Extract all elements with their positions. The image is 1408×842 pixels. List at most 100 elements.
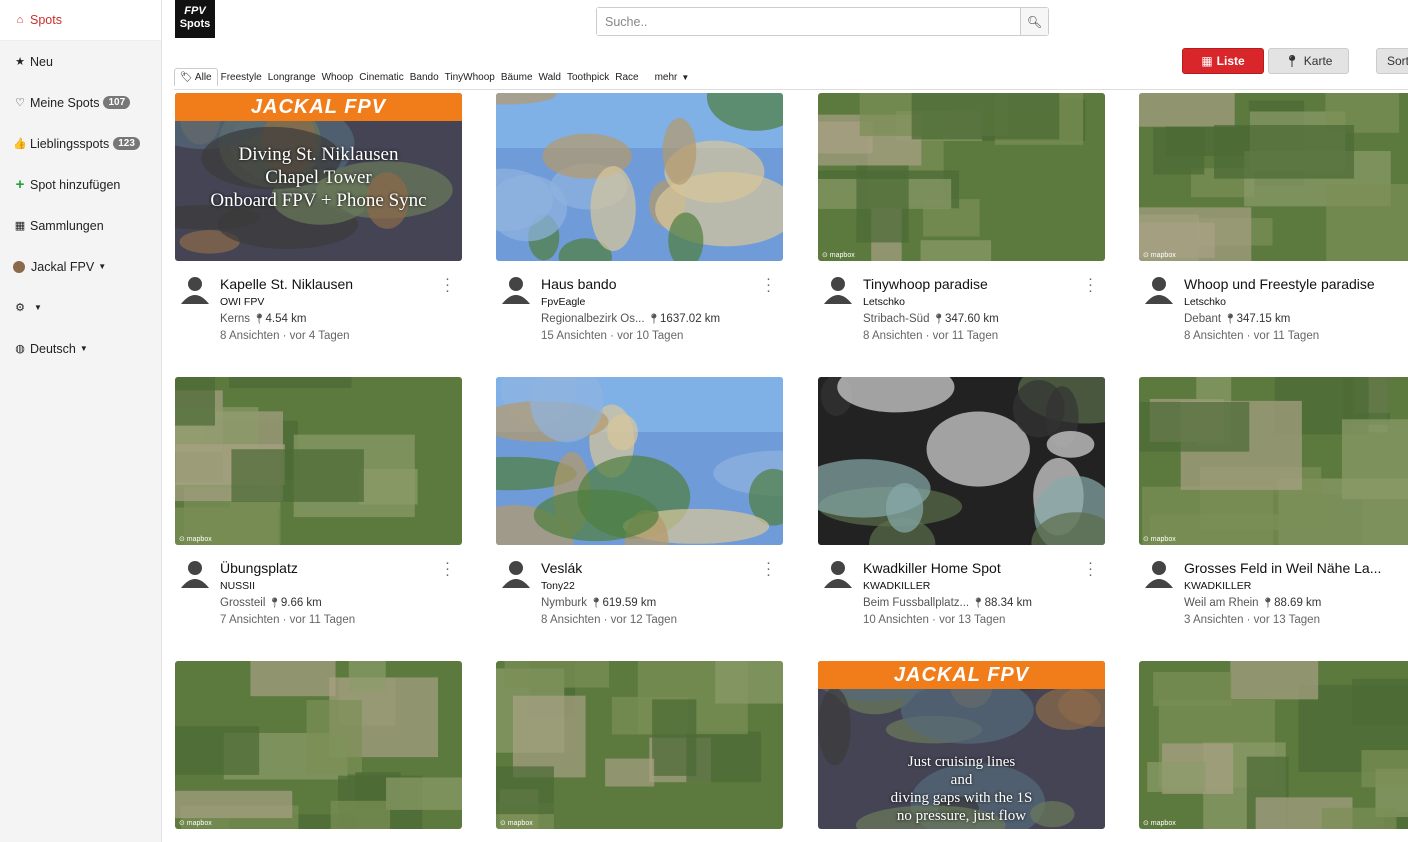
spot-title[interactable]: Veslák: [541, 560, 582, 576]
spot-meta: Übungsplatz NUSSII Grossteil 📍︎9.66 km 7 An…: [175, 545, 462, 635]
spot-thumbnail[interactable]: [818, 377, 1105, 545]
spot-author[interactable]: KWADKILLER: [1184, 580, 1251, 592]
tag-tinywhoop[interactable]: TinyWhoop: [442, 72, 498, 83]
spot-card[interactable]: ⊙ mapbox Grosses Feld in Weil Nähe La... K…: [1139, 377, 1408, 635]
logo[interactable]: FPV Spots: [175, 0, 215, 38]
spot-author[interactable]: OWI FPV: [220, 296, 264, 308]
spot-author[interactable]: Letschko: [863, 296, 905, 308]
spot-distance: 347.15 km: [1236, 313, 1291, 325]
spot-thumbnail[interactable]: ⊙ mapbox: [1139, 93, 1408, 261]
more-options-icon[interactable]: · · ·: [1088, 555, 1093, 582]
spot-card[interactable]: Haus bando FpvEagle Regionalbezirk Os... 📍…: [496, 93, 783, 351]
user-avatar-icon[interactable]: [1144, 558, 1174, 588]
tag-bando[interactable]: Bando: [407, 72, 442, 83]
spot-meta: Grosses Feld in Weil Nähe La... KWADKILLE…: [1139, 545, 1408, 635]
spot-location: Beim Fussballplatz... 📍︎88.34 km: [863, 597, 1032, 609]
sidebar-item-lieblingsspots[interactable]: 👍 Lieblingsspots 123: [0, 123, 161, 164]
spot-thumbnail[interactable]: ⊙ mapbox: [175, 377, 462, 545]
more-options-icon[interactable]: · · ·: [445, 555, 450, 582]
spot-thumbnail[interactable]: JACKAL FPV Diving St. Niklausen Chapel To…: [175, 93, 462, 261]
spot-thumbnail[interactable]: [496, 377, 783, 545]
sidebar-item-sammlungen[interactable]: ▦ Sammlungen: [0, 205, 161, 246]
spot-title[interactable]: Kapelle St. Niklausen: [220, 276, 353, 292]
spot-title[interactable]: Haus bando: [541, 276, 617, 292]
tags-more-dropdown[interactable]: mehr ▼: [652, 72, 693, 83]
thumbnail-image: [496, 377, 783, 545]
more-options-icon[interactable]: · · ·: [766, 555, 771, 582]
spot-thumbnail[interactable]: ⊙ mapbox: [496, 661, 783, 829]
spot-thumbnail[interactable]: ⊙ mapbox: [818, 93, 1105, 261]
user-avatar-icon[interactable]: [501, 274, 531, 304]
spot-title[interactable]: Whoop und Freestyle paradise: [1184, 276, 1375, 292]
spot-location: Kerns 📍︎4.54 km: [220, 313, 306, 325]
count-badge: 107: [103, 96, 131, 109]
tag-race[interactable]: Race: [612, 72, 641, 83]
spot-card[interactable]: ⊙ mapbox: [1139, 661, 1408, 829]
user-avatar-icon[interactable]: [823, 558, 853, 588]
more-options-icon[interactable]: · · ·: [766, 271, 771, 298]
search-input[interactable]: [597, 8, 1020, 35]
spot-author[interactable]: Letschko: [1184, 296, 1226, 308]
mapbox-logo: ⊙ mapbox: [1143, 820, 1176, 827]
user-avatar-icon[interactable]: [1144, 274, 1174, 304]
more-options-icon[interactable]: · · ·: [1088, 271, 1093, 298]
sidebar-item-deutsch[interactable]: ◍ Deutsch ▼: [0, 328, 161, 369]
spot-title[interactable]: Grosses Feld in Weil Nähe La...: [1184, 560, 1381, 576]
spot-card[interactable]: ⊙ mapbox Übungsplatz NUSSII Grossteil 📍︎9.6…: [175, 377, 462, 635]
sidebar-item-jackal-fpv[interactable]: Jackal FPV ▼: [0, 246, 161, 287]
sidebar-item-settings[interactable]: ⚙ ▼: [0, 287, 161, 328]
spot-card[interactable]: JACKAL FPV Diving St. Niklausen Chapel To…: [175, 93, 462, 351]
spot-card[interactable]: ⊙ mapbox Tinywhoop paradise Letschko Striba…: [818, 93, 1105, 351]
tag-longrange[interactable]: Longrange: [265, 72, 319, 83]
sort-button[interactable]: Sort: [1376, 48, 1408, 74]
thumbnail-image: [175, 661, 462, 829]
spot-card[interactable]: ⊙ mapbox: [496, 661, 783, 829]
map-view-button[interactable]: 📍︎ Karte: [1268, 48, 1349, 74]
user-avatar-icon[interactable]: [823, 274, 853, 304]
list-view-button[interactable]: ▦ Liste: [1182, 48, 1264, 74]
spot-title[interactable]: Kwadkiller Home Spot: [863, 560, 1001, 576]
map-marker-icon: 📍︎: [1221, 314, 1237, 325]
tag-toothpick[interactable]: Toothpick: [564, 72, 612, 83]
user-avatar-icon[interactable]: [180, 558, 210, 588]
spot-thumbnail[interactable]: ⊙ mapbox: [1139, 661, 1408, 829]
user-avatar-icon[interactable]: [501, 558, 531, 588]
spot-thumbnail[interactable]: ⊙ mapbox: [1139, 377, 1408, 545]
spot-thumbnail[interactable]: JACKAL FPV Just cruising lines and diving…: [818, 661, 1105, 829]
sidebar-item-spot-hinzuf-gen[interactable]: + Spot hinzufügen: [0, 164, 161, 205]
spot-author[interactable]: Tony22: [541, 580, 575, 592]
spot-thumbnail[interactable]: [496, 93, 783, 261]
spot-author[interactable]: FpvEagle: [541, 296, 585, 308]
sidebar: ⌂ Spots ★ Neu ♡ Meine Spots 107 👍 Lieblingsspots…: [0, 0, 162, 842]
spot-location-name: Nymburk: [541, 597, 588, 609]
tag-icon: 🏷︎: [180, 72, 195, 83]
spot-title[interactable]: Tinywhoop paradise: [863, 276, 988, 292]
tag-whoop[interactable]: Whoop: [319, 72, 357, 83]
more-options-icon[interactable]: · · ·: [445, 271, 450, 298]
tag-freestyle[interactable]: Freestyle: [218, 72, 265, 83]
mapbox-logo: ⊙ mapbox: [500, 820, 533, 827]
spot-meta: Kwadkiller Home Spot KWADKILLER Beim Fussb…: [818, 545, 1105, 635]
tag-cinematic[interactable]: Cinematic: [356, 72, 406, 83]
spot-author[interactable]: NUSSII: [220, 580, 255, 592]
search-button[interactable]: 🔍︎: [1020, 8, 1048, 35]
sidebar-item-spots[interactable]: ⌂ Spots: [0, 0, 161, 41]
star-icon: ★: [15, 56, 25, 68]
thumbnail-image: [1139, 377, 1408, 545]
tag-wald[interactable]: Wald: [536, 72, 564, 83]
sidebar-item-label: Spots: [30, 13, 62, 27]
sidebar-item-neu[interactable]: ★ Neu: [0, 41, 161, 82]
spot-card[interactable]: JACKAL FPV Just cruising lines and diving…: [818, 661, 1105, 829]
spot-card[interactable]: Kwadkiller Home Spot KWADKILLER Beim Fussb…: [818, 377, 1105, 635]
spot-card[interactable]: ⊙ mapbox: [175, 661, 462, 829]
spot-title[interactable]: Übungsplatz: [220, 560, 298, 576]
user-avatar-icon[interactable]: [180, 274, 210, 304]
tag-alle[interactable]: 🏷︎ Alle: [174, 68, 218, 86]
sidebar-item-label: Jackal FPV: [31, 259, 95, 274]
spot-card[interactable]: Veslák Tony22 Nymburk 📍︎619.59 km 8 Ansicht…: [496, 377, 783, 635]
spot-thumbnail[interactable]: ⊙ mapbox: [175, 661, 462, 829]
spot-card[interactable]: ⊙ mapbox Whoop und Freestyle paradise Lets…: [1139, 93, 1408, 351]
spot-author[interactable]: KWADKILLER: [863, 580, 930, 592]
sidebar-item-meine-spots[interactable]: ♡ Meine Spots 107: [0, 82, 161, 123]
tag-bäume[interactable]: Bäume: [498, 72, 536, 83]
